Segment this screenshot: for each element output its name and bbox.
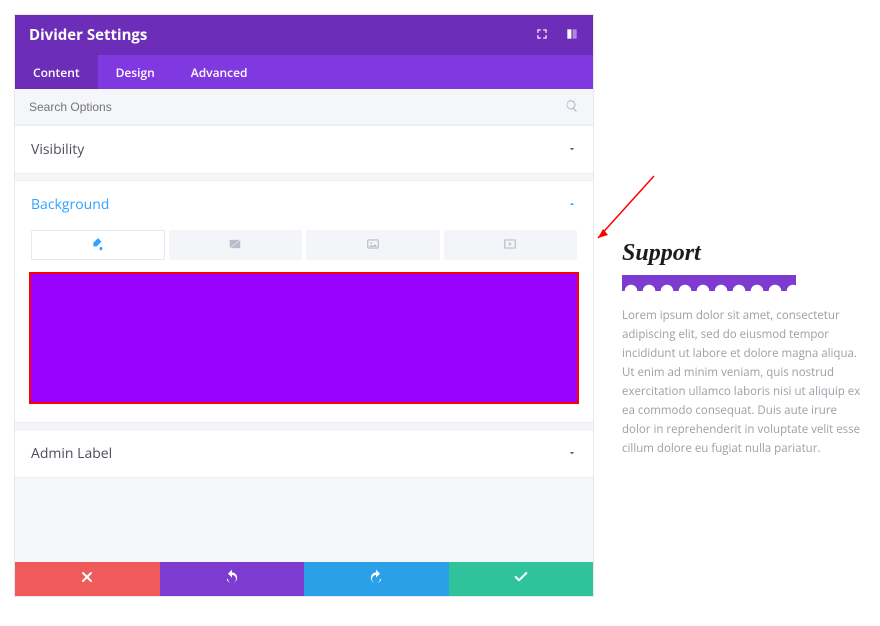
bg-tab-gradient[interactable]	[169, 230, 303, 260]
footer-actions	[15, 562, 593, 596]
search-input[interactable]	[29, 100, 565, 114]
expand-icon[interactable]	[535, 24, 549, 46]
tabs: Content Design Advanced	[15, 55, 593, 89]
undo-icon	[224, 568, 240, 590]
redo-button[interactable]	[304, 562, 449, 596]
tab-content[interactable]: Content	[15, 55, 98, 89]
section-head-background[interactable]: Background	[15, 181, 593, 228]
undo-button[interactable]	[160, 562, 305, 596]
preview-column: Support Lorem ipsum dolor sit amet, cons…	[622, 240, 866, 459]
paint-icon	[90, 234, 106, 256]
annotation-arrow	[590, 172, 658, 250]
check-icon	[513, 568, 529, 590]
chevron-up-icon	[567, 195, 577, 214]
chevron-down-icon	[567, 140, 577, 159]
titlebar-actions	[535, 24, 579, 46]
search-bar	[15, 89, 593, 125]
save-button[interactable]	[449, 562, 594, 596]
section-title-background: Background	[31, 195, 109, 214]
background-color-area	[15, 270, 593, 422]
snap-icon[interactable]	[565, 24, 579, 46]
scalloped-divider	[622, 275, 796, 291]
bg-tab-image[interactable]	[306, 230, 440, 260]
preview-body: Lorem ipsum dolor sit amet, consectetur …	[622, 307, 866, 459]
panel-title: Divider Settings	[29, 25, 147, 45]
settings-panel: Divider Settings Content Design Advanced…	[14, 14, 594, 597]
section-head-admin-label[interactable]: Admin Label	[15, 430, 593, 477]
section-visibility: Visibility	[15, 125, 593, 174]
search-icon[interactable]	[565, 96, 579, 118]
video-icon	[502, 234, 518, 256]
tab-advanced[interactable]: Advanced	[173, 55, 266, 89]
section-admin-label: Admin Label	[15, 429, 593, 478]
section-background: Background	[15, 180, 593, 423]
redo-icon	[368, 568, 384, 590]
image-icon	[365, 234, 381, 256]
chevron-down-icon	[567, 444, 577, 463]
preview-heading: Support	[622, 240, 866, 267]
bg-tab-video[interactable]	[444, 230, 578, 260]
section-title-visibility: Visibility	[31, 140, 84, 159]
close-icon	[79, 568, 95, 590]
gradient-icon	[227, 234, 243, 256]
section-head-visibility[interactable]: Visibility	[15, 126, 593, 173]
background-color-swatch[interactable]	[31, 274, 577, 402]
panel-spacer	[15, 478, 593, 562]
section-title-admin-label: Admin Label	[31, 444, 112, 463]
cancel-button[interactable]	[15, 562, 160, 596]
background-type-tabs	[15, 228, 593, 270]
tab-design[interactable]: Design	[98, 55, 173, 89]
bg-tab-color[interactable]	[31, 230, 165, 260]
titlebar: Divider Settings	[15, 15, 593, 55]
